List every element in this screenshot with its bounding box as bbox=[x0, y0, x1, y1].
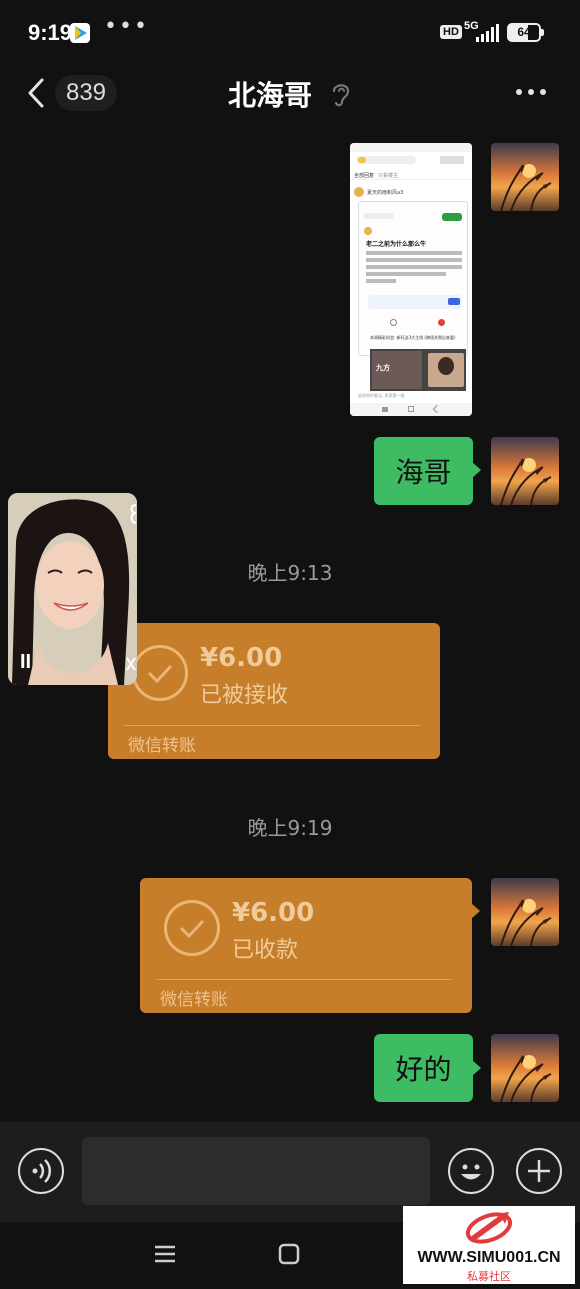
transfer-amount: ¥6.00 bbox=[200, 643, 283, 673]
thumb-post-title: 老二之前为什么那么牛 bbox=[366, 241, 427, 248]
thumb-section-title: 本周精彩机会: 新旺这3大主线 (跨境关税出来要) bbox=[370, 335, 456, 340]
self-avatar[interactable] bbox=[491, 437, 559, 505]
thumb-tab-owner: 只看楼主 bbox=[378, 173, 399, 179]
check-circle-icon bbox=[164, 900, 220, 956]
transfer-label: 微信转账 bbox=[160, 990, 228, 1010]
watermark-logo: WWW.SIMU001.CN 私募社区 bbox=[403, 1206, 575, 1284]
signal-icon bbox=[476, 24, 499, 42]
voice-input-icon[interactable] bbox=[18, 1148, 64, 1194]
close-icon[interactable] bbox=[126, 657, 136, 671]
status-more-dots: ••• bbox=[104, 14, 149, 39]
sent-text-bubble[interactable]: 好的 bbox=[374, 1034, 473, 1102]
thumb-tab-all: 全部回复 bbox=[354, 173, 375, 179]
more-options-icon[interactable] bbox=[514, 79, 548, 105]
status-bar: 9:19 ••• HD 5G 64 bbox=[0, 0, 580, 66]
pause-icon[interactable]: II bbox=[20, 651, 31, 674]
chat-title: 北海哥 bbox=[227, 79, 312, 112]
transfer-label: 微信转账 bbox=[128, 736, 196, 756]
home-square-icon[interactable] bbox=[278, 1243, 300, 1265]
self-avatar[interactable] bbox=[491, 878, 559, 946]
timestamp: 晚上9:19 bbox=[247, 816, 333, 840]
transfer-card[interactable]: ¥6.00 已收款 微信转账 bbox=[140, 878, 472, 1013]
play-store-icon bbox=[70, 23, 90, 43]
battery-indicator: 64 bbox=[507, 23, 544, 42]
sent-text-bubble[interactable]: 海哥 bbox=[374, 437, 473, 505]
image-message[interactable]: 全部回复 只看楼主 夏天的雨和风a3 老二之前为什么那么牛 本周精彩机会: 新旺… bbox=[350, 143, 472, 416]
bubble-tail bbox=[472, 462, 481, 478]
watermark-name: 私募社区 bbox=[467, 1270, 511, 1283]
transfer-status: 已被接收 bbox=[200, 683, 289, 708]
divider bbox=[124, 725, 420, 726]
bubble-tail bbox=[471, 903, 480, 919]
flip-icon[interactable] bbox=[128, 503, 137, 525]
check-circle-icon bbox=[132, 645, 188, 701]
plus-icon[interactable] bbox=[516, 1148, 562, 1194]
back-chevron-icon[interactable] bbox=[24, 74, 50, 112]
emoji-icon[interactable] bbox=[448, 1148, 494, 1194]
transfer-amount: ¥6.00 bbox=[232, 898, 315, 928]
thumb-video-caption: 九方 bbox=[376, 364, 390, 372]
self-avatar[interactable] bbox=[491, 143, 559, 211]
unread-count-badge[interactable]: 839 bbox=[55, 75, 117, 111]
watermark-url: WWW.SIMU001.CN bbox=[417, 1249, 561, 1266]
divider bbox=[156, 979, 452, 980]
hd-badge: HD bbox=[440, 25, 462, 39]
earpiece-mode-icon bbox=[332, 84, 350, 107]
transfer-card[interactable]: ¥6.00 已被接收 微信转账 bbox=[108, 623, 440, 759]
thumb-input-hint: 说说你的看法, 发表第一楼 bbox=[358, 393, 405, 398]
bubble-tail bbox=[472, 1060, 481, 1076]
thumb-post-user: 夏天的雨和风a3 bbox=[367, 190, 404, 196]
message-input[interactable] bbox=[82, 1137, 430, 1205]
floating-video-window[interactable]: II bbox=[8, 493, 137, 685]
transfer-status: 已收款 bbox=[232, 938, 299, 963]
status-time: 9:19 bbox=[28, 20, 73, 45]
watermark-emblem-icon bbox=[465, 1212, 513, 1244]
recents-menu-icon[interactable] bbox=[153, 1244, 177, 1264]
self-avatar[interactable] bbox=[491, 1034, 559, 1102]
